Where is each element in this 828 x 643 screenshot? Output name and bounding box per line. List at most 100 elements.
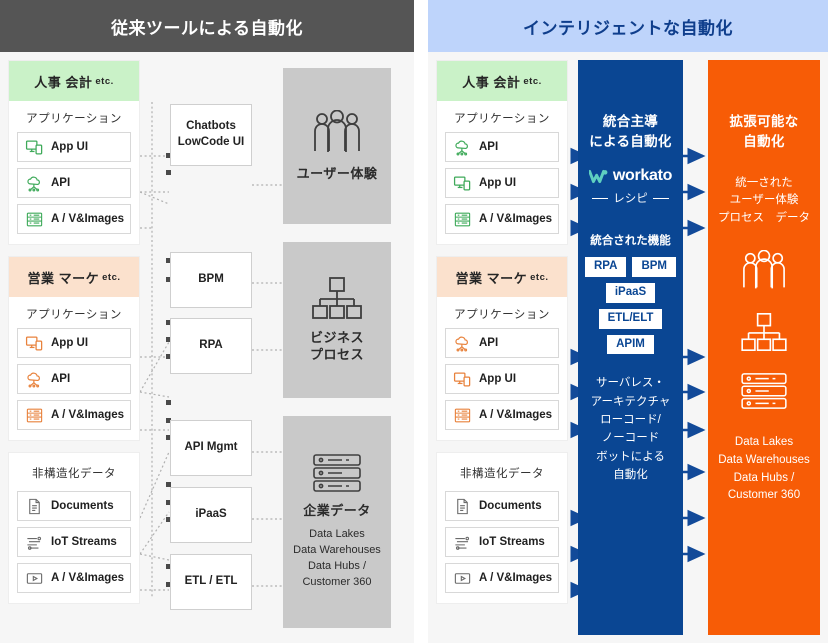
right-group-1-items: API App UI A / V&Images <box>437 328 567 440</box>
list-item[interactable]: Documents <box>445 491 559 521</box>
recipe-dash-right <box>652 197 669 199</box>
iot-streams-icon <box>27 536 42 550</box>
right-group-2-title: 非構造化データ <box>460 468 544 480</box>
list-item[interactable]: A / V&Images <box>17 204 131 234</box>
list-item[interactable]: API <box>445 132 559 162</box>
outcome-2-sub-1: Data Warehouses <box>293 544 381 556</box>
left-group-1-title-etc: etc. <box>102 271 121 283</box>
list-item-label: Documents <box>479 500 542 512</box>
outcome-0-title: ユーザー体験 <box>296 165 378 181</box>
chip-ipaas[interactable]: iPaaS <box>605 282 656 303</box>
list-item[interactable]: IoT Streams <box>17 527 131 557</box>
recipe-dash-left <box>592 197 609 199</box>
orange-column-title-1: 自動化 <box>743 134 785 150</box>
left-group-2-title: 非構造化データ <box>32 468 116 480</box>
left-group-0-title-text: 人事 会計 <box>34 74 93 90</box>
list-item[interactable]: A / V&Images <box>445 563 559 593</box>
list-item[interactable]: API <box>17 364 131 394</box>
recipe-label: レシピ <box>613 193 648 206</box>
left-group-0-subtitle: アプリケーション <box>26 113 122 125</box>
outcome-2-sub-3: Customer 360 <box>302 575 372 588</box>
outcome-business-process: ビジネス プロセス <box>283 242 391 398</box>
toolbox-api-mgmt[interactable]: API Mgmt <box>170 420 252 476</box>
chip-apim[interactable]: APIM <box>607 334 654 355</box>
outcome-2-sub: Data Lakes Data Warehouses Data Hubs / C… <box>293 527 381 591</box>
toolbox-ipaas[interactable]: iPaaS <box>170 487 252 543</box>
toolbox-5-label: ETL / ETL <box>184 575 238 588</box>
chip-etl-elt[interactable]: ETL/ELT <box>598 308 663 329</box>
outcome-user-experience: ユーザー体験 <box>283 68 391 224</box>
list-item-label: Documents <box>51 500 114 512</box>
people-icon <box>743 249 785 289</box>
right-panel: インテリジェントな自動化 人事 会計 etc. アプリケーション API App… <box>428 0 828 643</box>
right-group-unstructured-data: 非構造化データ Documents IoT Streams A / V&Imag… <box>436 452 568 604</box>
toolbox-4-label: iPaaS <box>195 508 227 521</box>
list-item-label: App UI <box>51 141 89 153</box>
right-group-0-title-etc: etc. <box>523 75 542 87</box>
orange-footer-3: Customer 360 <box>727 489 801 502</box>
outcome-1-title-0: ビジネス <box>309 330 364 346</box>
people-icon <box>314 109 360 152</box>
list-item[interactable]: A / V&Images <box>445 400 559 430</box>
blue-footer-3: ノーコード <box>601 432 660 445</box>
list-item[interactable]: App UI <box>445 364 559 394</box>
list-item[interactable]: Documents <box>17 491 131 521</box>
blue-column-title-0: 統合主導 <box>602 114 659 129</box>
list-item-label: IoT Streams <box>479 536 545 548</box>
list-item-label: A / V&Images <box>479 572 553 584</box>
video-icon <box>26 572 43 584</box>
list-item[interactable]: A / V&Images <box>17 400 131 430</box>
scalable-automation-column: 拡張可能な 自動化 統一された ユーザー体験 プロセス データ Data Lak… <box>708 60 820 635</box>
right-group-1-title-etc: etc. <box>530 271 549 283</box>
chip-row: APIM <box>607 334 654 355</box>
toolbox-etl[interactable]: ETL / ETL <box>170 554 252 610</box>
blue-footer-4: ボットによる <box>596 450 665 463</box>
list-item[interactable]: App UI <box>445 168 559 198</box>
database-icon <box>741 373 787 409</box>
right-panel-header: インテリジェントな自動化 <box>428 0 828 52</box>
left-group-hr-accounting: 人事 会計 etc. アプリケーション App UI API A / V&Imag… <box>8 60 140 245</box>
media-server-icon <box>26 212 43 226</box>
left-group-1-title: 営業 マーケ etc. <box>9 257 139 297</box>
left-panel-header: 従来ツールによる自動化 <box>0 0 414 52</box>
toolbox-chatbots[interactable]: Chatbots LowCode UI <box>170 104 252 166</box>
chip-rpa[interactable]: RPA <box>585 257 627 277</box>
left-group-1-title-text: 営業 マーケ <box>27 270 100 286</box>
list-item[interactable]: A / V&Images <box>445 204 559 234</box>
toolbox-bpm[interactable]: BPM <box>170 252 252 308</box>
list-item-label: API <box>51 177 71 189</box>
list-item-label: App UI <box>51 337 89 349</box>
list-item[interactable]: A / V&Images <box>17 563 131 593</box>
list-item[interactable]: API <box>445 328 559 358</box>
toolbox-2-label: RPA <box>199 339 223 352</box>
list-item[interactable]: App UI <box>17 328 131 358</box>
blue-footer-5: 自動化 <box>613 469 648 482</box>
right-group-2-items: Documents IoT Streams A / V&Images <box>437 487 567 603</box>
left-panel-body: 人事 会計 etc. アプリケーション App UI API A / V&Imag… <box>0 52 414 643</box>
list-item[interactable]: IoT Streams <box>445 527 559 557</box>
list-item-label: A / V&Images <box>51 213 125 225</box>
chip-bpm[interactable]: BPM <box>632 257 676 277</box>
blue-column-title-1: による自動化 <box>589 133 672 149</box>
left-group-2-items: Documents IoT Streams A / V&Images <box>9 487 139 603</box>
toolbox-0-line-1: LowCode UI <box>177 136 245 148</box>
media-server-icon <box>454 408 471 422</box>
outcome-enterprise-data: 企業データ Data Lakes Data Warehouses Data Hu… <box>283 416 391 628</box>
list-item-label: API <box>479 337 499 349</box>
integrated-features-label: 統合された機能 <box>590 235 671 248</box>
orange-sub-0: 統一された <box>735 176 793 189</box>
list-item[interactable]: App UI <box>17 132 131 162</box>
right-group-1-title-text: 営業 マーケ <box>455 270 528 286</box>
app-ui-icon <box>453 176 471 190</box>
list-item[interactable]: API <box>17 168 131 198</box>
orange-column-icons <box>708 249 820 410</box>
outcome-1-title-1: プロセス <box>309 347 364 362</box>
orange-column-title: 拡張可能な 自動化 <box>708 112 820 153</box>
list-item-label: A / V&Images <box>479 213 553 225</box>
toolbox-rpa[interactable]: RPA <box>170 318 252 374</box>
media-server-icon <box>26 408 43 422</box>
toolbox-0-line-0: Chatbots <box>186 120 236 133</box>
iot-streams-icon <box>455 536 470 550</box>
diagram-page: 従来ツールによる自動化 人事 会計 etc. アプリケーション App UI A… <box>0 0 828 643</box>
outcome-2-title: 企業データ <box>303 503 371 519</box>
